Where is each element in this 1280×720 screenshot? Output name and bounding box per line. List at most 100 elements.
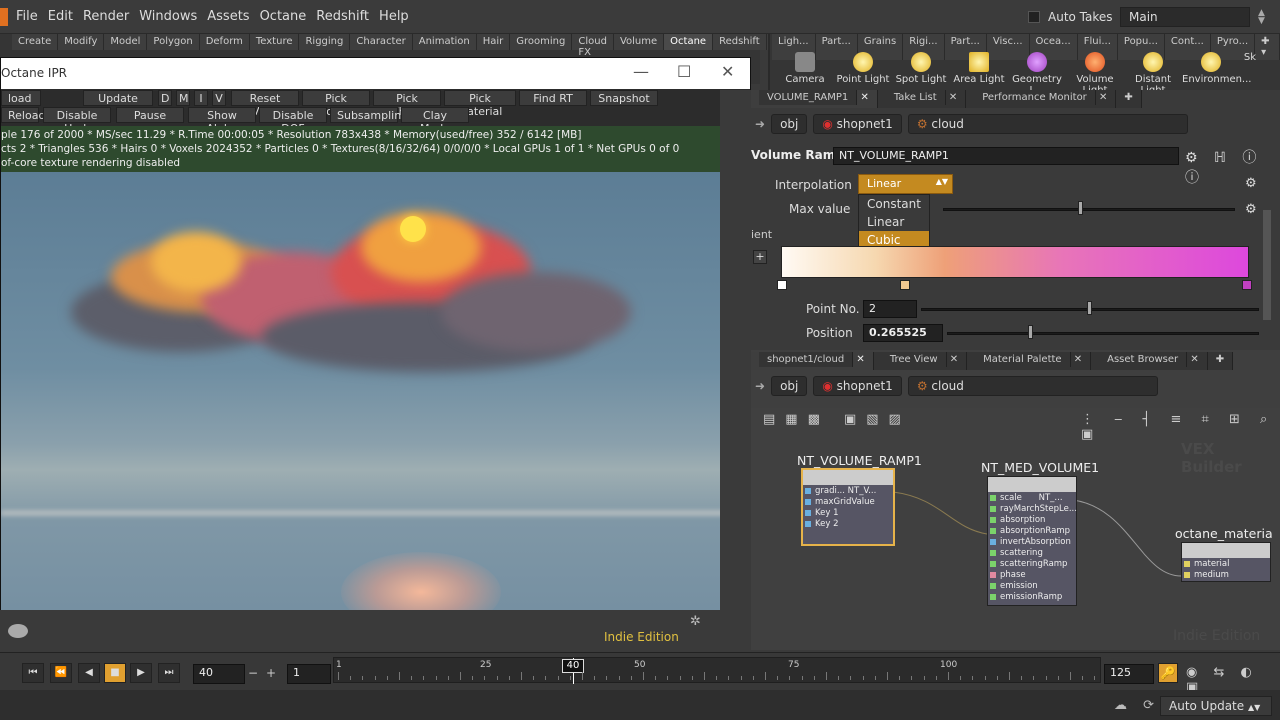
node2-input-emissionramp[interactable]: emissionRamp: [988, 592, 1076, 603]
option-constant[interactable]: Constant: [859, 195, 929, 213]
node2-input-phase[interactable]: phase: [988, 570, 1076, 581]
path-shopnet[interactable]: ◉ shopnet1: [813, 114, 902, 134]
gear-icon-2[interactable]: ⚙: [1245, 202, 1257, 217]
find-rt-button[interactable]: Find RT: [519, 90, 587, 106]
node-volume-ramp[interactable]: gradi... NT_V... maxGridValue Key 1 Key …: [801, 468, 895, 546]
shelf-tab-deform[interactable]: Deform: [199, 34, 250, 50]
shelf-tab-rigging[interactable]: Rigging: [299, 34, 351, 50]
point-no-knob[interactable]: [1087, 301, 1092, 315]
key-icon[interactable]: 🔑: [1158, 663, 1178, 683]
shelf-tab-model[interactable]: Model: [104, 34, 148, 50]
network-canvas[interactable]: ▤▦▩ ▣▧▨ ⋮ ‒ ┤ ≡ ⌗ ⊞ ⌕ ▣ VEX Builder Indi…: [751, 408, 1280, 650]
auto-takes[interactable]: Auto Takes: [1028, 10, 1113, 24]
add-ramp-point-icon[interactable]: +: [753, 250, 767, 264]
shelf-tab-animation[interactable]: Animation: [412, 34, 477, 50]
disable-update-button[interactable]: Disable Upd.: [43, 107, 111, 135]
m-button[interactable]: M: [176, 90, 190, 106]
node3-input-material[interactable]: material: [1182, 559, 1270, 570]
max-value-slider[interactable]: [943, 208, 1235, 211]
node2-input-scatteringramp[interactable]: scatteringRamp: [988, 559, 1076, 570]
position-field[interactable]: 0.265525: [863, 324, 943, 342]
render-view[interactable]: [1, 172, 750, 610]
jump-start-icon[interactable]: ⏮: [22, 663, 44, 683]
color-ramp[interactable]: [781, 246, 1249, 278]
shelf-tab-polygon[interactable]: Polygon: [147, 34, 200, 50]
viewport-camera-icon[interactable]: [8, 624, 28, 638]
shelf-tab-hair[interactable]: Hair: [476, 34, 511, 50]
node1-input-key2[interactable]: Key 2: [803, 519, 893, 530]
menu-octane[interactable]: Octane: [260, 9, 307, 24]
ramp-key-2[interactable]: [900, 280, 910, 290]
auto-takes-checkbox[interactable]: [1028, 11, 1040, 23]
net-back-arrow-icon[interactable]: ➜: [755, 379, 765, 393]
jump-end-icon[interactable]: ⏭: [158, 663, 180, 683]
position-slider[interactable]: [947, 332, 1259, 335]
tab-performance-monitor[interactable]: Performance Monitor ✕: [966, 90, 1117, 108]
menu-redshift[interactable]: Redshift: [316, 9, 369, 24]
ipr-titlebar[interactable]: Octane IPR — ☐ ✕: [1, 58, 750, 89]
back-arrow-icon[interactable]: ➜: [755, 117, 765, 131]
shelf-tab-modify[interactable]: Modify: [58, 34, 105, 50]
menu-windows[interactable]: Windows: [139, 9, 197, 24]
desktop-updown-icon[interactable]: ▲ ▼: [1258, 9, 1265, 26]
path-obj[interactable]: obj: [771, 114, 808, 134]
node2-input-scale[interactable]: scale NT_...: [988, 493, 1076, 504]
position-knob[interactable]: [1028, 325, 1033, 339]
shelf-tab-character[interactable]: Character: [350, 34, 413, 50]
maximize-icon[interactable]: ☐: [677, 62, 691, 81]
node-name-field[interactable]: NT_VOLUME_RAMP1: [833, 147, 1179, 165]
path-cloud[interactable]: ⚙ cloud: [907, 114, 1188, 134]
node2-input-absorption[interactable]: absorption: [988, 515, 1076, 526]
shelf-tab-octane[interactable]: Octane: [664, 34, 714, 50]
v-button[interactable]: V: [212, 90, 226, 106]
i-button[interactable]: I: [194, 90, 208, 106]
load-button[interactable]: load: [1, 90, 41, 106]
stop-icon[interactable]: ■: [104, 663, 126, 683]
node-med-volume[interactable]: scale NT_... rayMarchStepLe... absorptio…: [987, 476, 1077, 606]
shelf-tab-cloudfx[interactable]: Cloud FX: [572, 34, 614, 58]
tab-take-list[interactable]: Take List ✕: [877, 90, 967, 108]
node-octane-material[interactable]: material medium: [1181, 542, 1271, 582]
net-path-cloud[interactable]: ⚙ cloud: [907, 376, 1158, 396]
ramp-key-3[interactable]: [1242, 280, 1252, 290]
reset-view-button[interactable]: Reset View: [231, 90, 299, 118]
snapshot-button[interactable]: Snapshot: [590, 90, 658, 106]
reload-button[interactable]: Reload: [1, 107, 45, 123]
clay-mode-button[interactable]: Clay Mode: [401, 107, 469, 135]
net-path-obj[interactable]: obj: [771, 376, 808, 396]
shelf-tab-grooming[interactable]: Grooming: [510, 34, 573, 50]
tab-asset-browser[interactable]: Asset Browser ✕: [1091, 352, 1208, 370]
node2-input-invertabsorption[interactable]: invertAbsorption: [988, 537, 1076, 548]
shelf-tab-redshift[interactable]: Redshift: [713, 34, 767, 50]
menu-edit[interactable]: Edit: [48, 9, 73, 24]
viewport-snap-icon[interactable]: ✲: [690, 614, 701, 629]
node2-input-absorptionramp[interactable]: absorptionRamp: [988, 526, 1076, 537]
node1-input-gradient[interactable]: gradi... NT_V...: [803, 486, 893, 497]
pause-button[interactable]: Pause: [116, 107, 184, 123]
shelf-tab-create[interactable]: Create: [12, 34, 59, 50]
node2-input-scattering[interactable]: scattering: [988, 548, 1076, 559]
shelf-tab-volume[interactable]: Volume: [613, 34, 665, 50]
subsampling-button[interactable]: Subsampling: [330, 107, 408, 123]
status-icons[interactable]: ☁ ⟳: [1114, 698, 1160, 713]
d-button[interactable]: D: [158, 90, 172, 106]
menu-assets[interactable]: Assets: [207, 9, 249, 24]
interpolation-dropdown[interactable]: Linear ▲▼: [858, 174, 953, 194]
shelf-tab-texture[interactable]: Texture: [249, 34, 300, 50]
menu-help[interactable]: Help: [379, 9, 409, 24]
parm-scrollbar[interactable]: [1263, 210, 1271, 320]
frame-step-icons[interactable]: −+: [248, 666, 284, 680]
gear-icon[interactable]: ⚙: [1245, 176, 1257, 191]
play-reverse-icon[interactable]: ◀: [78, 663, 100, 683]
end-frame-field[interactable]: 125: [1104, 664, 1154, 684]
timeline-ruler[interactable]: 1 25 50 75 100 40: [333, 657, 1101, 684]
current-frame-field[interactable]: 40: [193, 664, 245, 684]
node1-input-key1[interactable]: Key 1: [803, 508, 893, 519]
max-value-knob[interactable]: [1078, 201, 1083, 215]
tab-shopnet-cloud[interactable]: shopnet1/cloud ✕: [751, 352, 874, 370]
auto-update-select[interactable]: Auto Update ▲▼: [1160, 696, 1272, 716]
parm-add-tab-icon[interactable]: ✚: [1116, 90, 1142, 108]
close-icon[interactable]: ✕: [721, 62, 734, 81]
net-path-shopnet[interactable]: ◉ shopnet1: [813, 376, 902, 396]
minimize-icon[interactable]: —: [633, 62, 649, 81]
